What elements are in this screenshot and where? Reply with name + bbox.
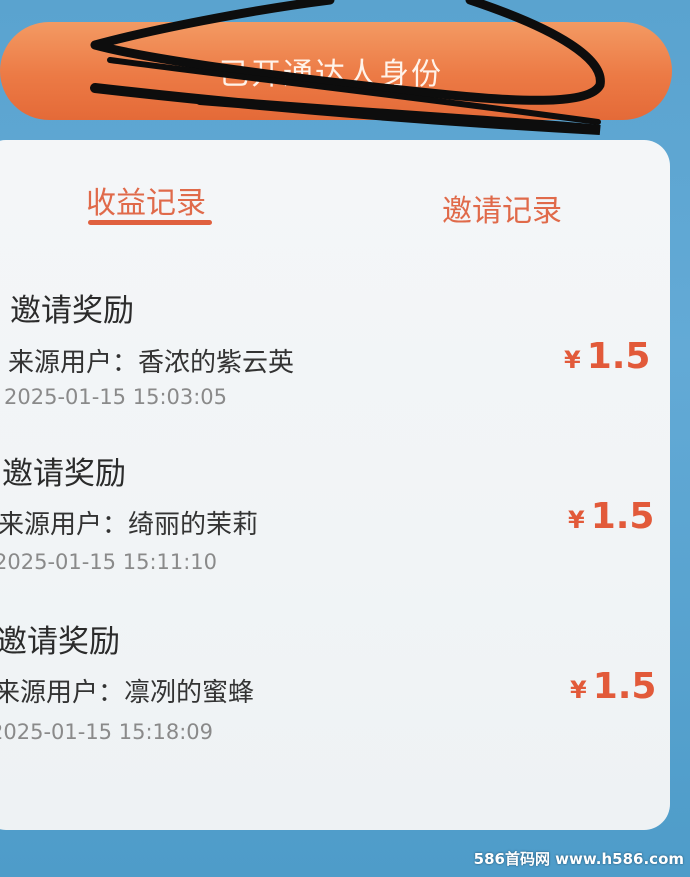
amount-value: 1.5 bbox=[590, 496, 655, 537]
record-time: 2025-01-15 15:03:05 bbox=[4, 385, 228, 409]
currency-symbol: ¥ bbox=[570, 676, 587, 704]
record-source: 来源用户：香浓的紫云英 bbox=[8, 348, 295, 378]
amount-value: 1.5 bbox=[586, 336, 651, 377]
currency-symbol: ¥ bbox=[568, 506, 585, 534]
record-time: 2025-01-15 15:18:09 bbox=[0, 720, 214, 744]
currency-symbol: ¥ bbox=[564, 346, 581, 374]
record-amount: ¥1.5 bbox=[568, 496, 654, 537]
amount-value: 1.5 bbox=[592, 666, 657, 707]
record-source: 来源用户：绮丽的茉莉 bbox=[0, 510, 259, 540]
record-amount: ¥1.5 bbox=[564, 336, 650, 377]
record-title: 邀请奖励 bbox=[10, 293, 134, 329]
record-time: 2025-01-15 15:11:10 bbox=[0, 550, 218, 574]
record-title: 邀请奖励 bbox=[2, 456, 126, 492]
talent-status-label: 已开通达人身份 bbox=[219, 57, 443, 92]
records-card: 收益记录 邀请记录 邀请奖励 来源用户：香浓的紫云英 2025-01-15 15… bbox=[0, 140, 670, 830]
talent-status-banner[interactable]: 已开通达人身份 bbox=[0, 22, 672, 120]
record-title: 邀请奖励 bbox=[0, 624, 120, 660]
tab-income-records[interactable]: 收益记录 bbox=[86, 178, 206, 222]
record-amount: ¥1.5 bbox=[570, 666, 656, 707]
record-source: 来源用户：凛冽的蜜蜂 bbox=[0, 678, 255, 708]
site-watermark: 586首码网 www.h586.com bbox=[473, 850, 684, 868]
active-tab-underline bbox=[88, 220, 212, 225]
tab-invite-records[interactable]: 邀请记录 bbox=[442, 186, 562, 230]
